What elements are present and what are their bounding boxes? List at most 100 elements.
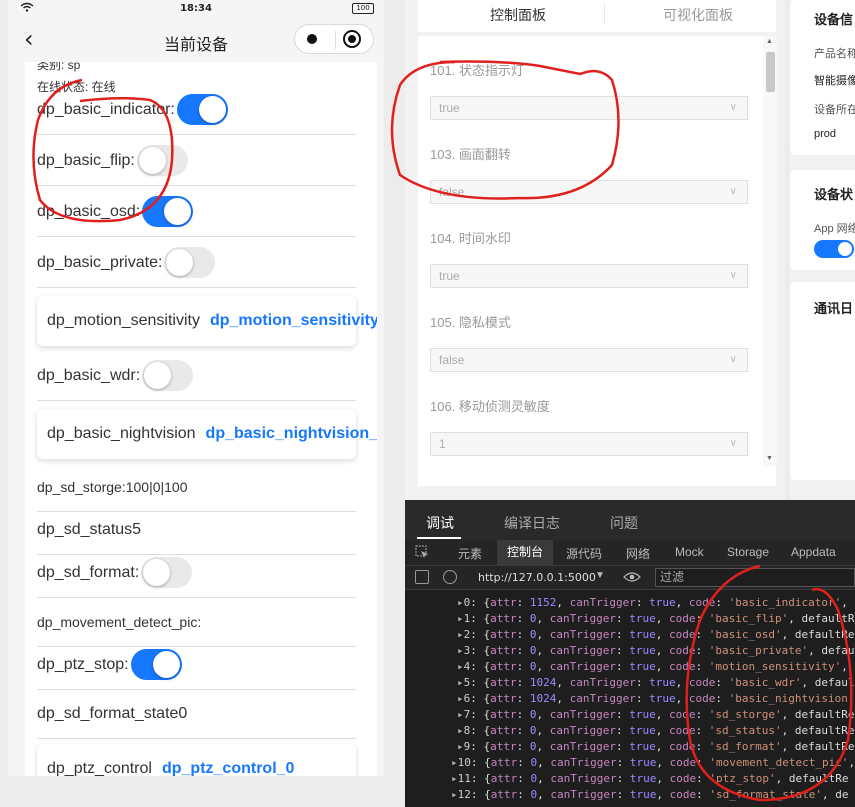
battery-icon: 100 bbox=[352, 3, 374, 14]
inspect-icon[interactable] bbox=[415, 545, 429, 559]
console-line[interactable]: ▸11: {attr: 0, canTrigger: true, code: '… bbox=[451, 771, 848, 787]
row-basic-wdr: dp_basic_wdr: bbox=[37, 351, 356, 401]
row-label: dp_sd_status5 bbox=[37, 520, 142, 538]
subtab-elements[interactable]: 元素 bbox=[458, 545, 482, 562]
select-privacy-mode[interactable]: false ∨ bbox=[430, 348, 748, 372]
row-basic-osd: dp_basic_osd: bbox=[37, 187, 356, 237]
select-time-watermark[interactable]: true ∨ bbox=[430, 264, 748, 288]
row-basic-private: dp_basic_private: bbox=[37, 238, 356, 288]
devtools-subtabs: 元素 控制台 源代码 网络 Mock Storage Appdata bbox=[405, 540, 855, 566]
console-line[interactable]: ▸4: {attr: 0, canTrigger: true, code: 'm… bbox=[457, 659, 848, 675]
console-toolbar: http://127.0.0.1:5000 ▼ 过滤 bbox=[405, 566, 855, 590]
console-line[interactable]: ▸3: {attr: 0, canTrigger: true, code: 'b… bbox=[457, 643, 854, 659]
scroll-down-icon[interactable]: ▼ bbox=[766, 455, 773, 462]
control-panel-area: 控制面板 可视化面板 101. 状态指示灯 true ∨ 103. 画面翻转 fa… bbox=[405, 0, 785, 500]
devtools-tabs: 调试 编译日志 问题 bbox=[405, 500, 855, 540]
devtools: 调试 编译日志 问题 元素 控制台 源代码 网络 Mock Storage Ap… bbox=[405, 500, 855, 807]
comm-log-card: 通讯日 bbox=[790, 282, 855, 480]
scroll-up-icon[interactable]: ▲ bbox=[766, 38, 773, 45]
device-info-panel: 设备信 产品名称 智能摄像 设备所在 prod 设备状 App 网络 通讯日 bbox=[790, 0, 855, 500]
row-label: dp_basic_private: bbox=[37, 253, 163, 271]
field-label: 106. 移动侦测灵敏度 bbox=[430, 399, 550, 414]
context-select[interactable]: http://127.0.0.1:5000 bbox=[478, 571, 596, 584]
dropdown-arrow-icon[interactable]: ▼ bbox=[595, 570, 605, 581]
filter-input[interactable]: 过滤 bbox=[655, 568, 855, 587]
nav-bar: ‹ 当前设备 bbox=[8, 18, 384, 62]
subtab-appdata[interactable]: Appdata bbox=[791, 545, 836, 559]
card-basic-nightvision[interactable]: dp_basic_nightvision dp_basic_nightvisio… bbox=[37, 409, 377, 459]
select-flip[interactable]: false ∨ bbox=[430, 180, 748, 204]
console-line[interactable]: ▸12: {attr: 0, canTrigger: true, code: '… bbox=[451, 787, 848, 803]
chevron-down-icon: ∨ bbox=[729, 102, 737, 113]
row-ptz-stop: dp_ptz_stop: bbox=[37, 640, 356, 690]
chevron-down-icon: ∨ bbox=[729, 438, 737, 449]
subtab-storage[interactable]: Storage bbox=[727, 545, 769, 559]
eye-icon[interactable] bbox=[623, 571, 641, 583]
tab-compile-log[interactable]: 编译日志 bbox=[504, 513, 560, 533]
toggle-ptz-stop[interactable] bbox=[130, 649, 182, 680]
row-label: dp_sd_format: bbox=[37, 563, 140, 581]
close-record-icon[interactable] bbox=[343, 30, 361, 48]
subtab-sources[interactable]: 源代码 bbox=[566, 545, 602, 562]
card-value-link[interactable]: dp_ptz_control_0 bbox=[162, 760, 294, 776]
card-title: 设备状 bbox=[814, 187, 854, 202]
device-info-card: 设备信 产品名称 智能摄像 设备所在 prod bbox=[790, 0, 855, 155]
field-label: 101. 状态指示灯 bbox=[430, 63, 524, 78]
info-category: 类别: sp bbox=[37, 62, 81, 72]
card-label: dp_ptz_control bbox=[47, 760, 152, 776]
row-basic-indicator: dp_basic_indicator: bbox=[37, 85, 356, 135]
select-status-indicator[interactable]: true ∨ bbox=[430, 96, 748, 120]
console-line[interactable]: ▸8: {attr: 0, canTrigger: true, code: 's… bbox=[457, 723, 854, 739]
console-line[interactable]: ▸9: {attr: 0, canTrigger: true, code: 's… bbox=[457, 739, 854, 755]
chevron-down-icon: ∨ bbox=[729, 354, 737, 365]
console-output: ▸0: {attr: 1152, canTrigger: true, code:… bbox=[405, 590, 855, 807]
toggle-basic-osd[interactable] bbox=[142, 196, 194, 227]
sidebar-toggle-icon[interactable] bbox=[415, 570, 429, 584]
tab-debug[interactable]: 调试 bbox=[426, 513, 454, 533]
network-toggle[interactable] bbox=[814, 240, 854, 258]
select-motion-sensitivity[interactable]: 1 ∨ bbox=[430, 432, 748, 456]
chevron-down-icon: ∨ bbox=[729, 186, 737, 197]
toggle-sd-format[interactable] bbox=[141, 557, 193, 588]
chevron-down-icon: ∨ bbox=[729, 270, 737, 281]
more-icon[interactable] bbox=[307, 34, 317, 44]
row-sd-format: dp_sd_format: bbox=[37, 548, 356, 598]
console-line[interactable]: ▸10: {attr: 0, canTrigger: true, code: '… bbox=[451, 755, 855, 771]
card-motion-sensitivity[interactable]: dp_motion_sensitivity dp_motion_sensitiv… bbox=[37, 296, 377, 346]
tab-issues[interactable]: 问题 bbox=[610, 513, 638, 533]
clear-console-icon[interactable] bbox=[443, 570, 457, 584]
scroll-thumb[interactable] bbox=[766, 52, 775, 92]
device-page: 类别: sp 在线状态: 在线 dp_basic_indicator: dp_b… bbox=[25, 62, 377, 776]
toggle-basic-indicator[interactable] bbox=[176, 94, 228, 125]
panel-scrollbar[interactable]: ▲ ▼ bbox=[763, 36, 777, 466]
card-title: 通讯日 bbox=[814, 301, 854, 316]
console-line[interactable]: ▸6: {attr: 1024, canTrigger: true, code:… bbox=[457, 691, 854, 707]
console-line[interactable]: ▸2: {attr: 0, canTrigger: true, code: 'b… bbox=[457, 627, 854, 643]
toggle-basic-flip[interactable] bbox=[136, 145, 188, 176]
tab-visual-panel[interactable]: 可视化面板 bbox=[663, 5, 733, 25]
row-label: dp_basic_wdr: bbox=[37, 366, 141, 384]
subtab-mock[interactable]: Mock bbox=[675, 545, 704, 559]
console-line[interactable]: ▸1: {attr: 0, canTrigger: true, code: 'b… bbox=[457, 611, 855, 627]
row-basic-flip: dp_basic_flip: bbox=[37, 136, 356, 186]
card-value-link[interactable]: dp_motion_sensitivity bbox=[210, 312, 377, 330]
card-value-link[interactable]: dp_basic_nightvision_ bbox=[206, 425, 377, 443]
toggle-basic-wdr[interactable] bbox=[142, 360, 194, 391]
console-line[interactable]: ▸7: {attr: 0, canTrigger: true, code: 's… bbox=[457, 707, 854, 723]
control-panel: 101. 状态指示灯 true ∨ 103. 画面翻转 false ∨ 104. 时… bbox=[418, 36, 776, 486]
card-label: dp_basic_nightvision bbox=[47, 425, 196, 442]
toggle-basic-private[interactable] bbox=[164, 247, 216, 278]
row-label: dp_sd_storge:100|0|100 bbox=[37, 478, 188, 495]
tab-control-panel[interactable]: 控制面板 bbox=[490, 5, 546, 25]
card-title: 设备信 bbox=[814, 12, 854, 27]
subtab-console[interactable]: 控制台 bbox=[497, 540, 554, 565]
device-status-card: 设备状 App 网络 bbox=[790, 170, 855, 270]
row-sd-format-state: dp_sd_format_state0 bbox=[37, 689, 356, 739]
row-label: dp_basic_osd: bbox=[37, 202, 141, 220]
field-label: 103. 画面翻转 bbox=[430, 147, 511, 162]
console-line[interactable]: ▸5: {attr: 1024, canTrigger: true, code:… bbox=[457, 675, 854, 691]
subtab-network[interactable]: 网络 bbox=[626, 545, 650, 562]
card-ptz-control[interactable]: dp_ptz_control dp_ptz_control_0 bbox=[37, 744, 356, 776]
card-label: dp_motion_sensitivity bbox=[47, 312, 200, 329]
console-line[interactable]: ▸0: {attr: 1152, canTrigger: true, code:… bbox=[457, 595, 848, 611]
